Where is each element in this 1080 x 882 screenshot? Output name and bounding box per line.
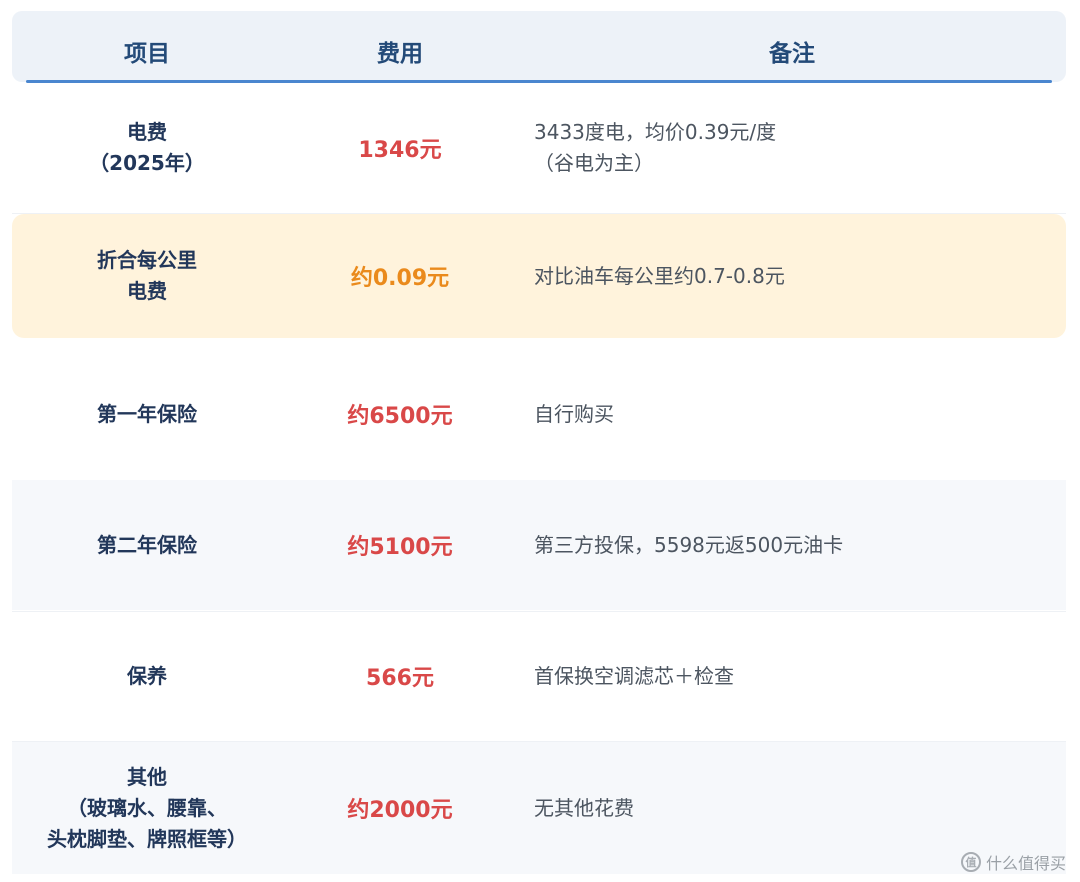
- row-note-line: 对比油车每公里约0.7-0.8元: [534, 263, 785, 288]
- table-header: 项目 费用 备注: [12, 11, 1066, 83]
- table-row: 第一年保险 约6500元 自行购买: [12, 350, 1066, 478]
- header-underline: [26, 80, 1052, 83]
- row-item: 保养: [12, 612, 282, 740]
- row-note-line: 无其他花费: [534, 795, 634, 820]
- cost-table: 项目 费用 备注 电费 （2025年） 1346元 3433度电，均价0.39元/度 （…: [12, 11, 1066, 874]
- row-divider: [12, 611, 1066, 612]
- table-row: 第二年保险 约5100元 第三方投保，5598元返500元油卡: [12, 480, 1066, 610]
- row-cost: 约5100元: [347, 535, 453, 560]
- row-note-line: 自行购买: [534, 401, 614, 426]
- row-item-line: 第二年保险: [97, 532, 197, 557]
- row-cost: 1346元: [358, 138, 442, 163]
- row-note: 对比油车每公里约0.7-0.8元: [534, 214, 1056, 338]
- row-item-line: 保养: [127, 663, 167, 688]
- row-divider: [12, 741, 1066, 742]
- table-row: 其他 （玻璃水、腰靠、 头枕脚垫、牌照框等） 约2000元 无其他花费: [12, 742, 1066, 874]
- row-item: 第二年保险: [12, 480, 282, 610]
- watermark-text: 什么值得买: [985, 854, 1066, 873]
- row-item: 第一年保险: [12, 350, 282, 478]
- row-item-line: 折合每公里: [97, 248, 197, 272]
- header-item: 项目: [124, 41, 170, 67]
- row-note: 第三方投保，5598元返500元油卡: [534, 480, 1056, 610]
- row-item: 折合每公里 电费: [12, 214, 282, 338]
- row-cost: 约0.09元: [350, 266, 450, 291]
- row-note-line: （谷电为主）: [534, 151, 654, 175]
- row-item-line: 电费: [127, 120, 167, 144]
- row-cost: 约6500元: [347, 404, 453, 429]
- row-item: 其他 （玻璃水、腰靠、 头枕脚垫、牌照框等）: [12, 742, 282, 874]
- row-item-line: 电费: [127, 279, 167, 303]
- zhi-logo-icon: 值: [960, 852, 981, 872]
- row-item-line: （玻璃水、腰靠、: [67, 795, 227, 820]
- row-cost: 566元: [366, 666, 434, 691]
- row-item-line: （2025年）: [89, 151, 205, 175]
- row-note: 首保换空调滤芯＋检查: [534, 612, 1056, 740]
- table-row: 保养 566元 首保换空调滤芯＋检查: [12, 612, 1066, 740]
- row-cost: 约2000元: [347, 798, 453, 823]
- watermark: 值 什么值得买: [960, 850, 1066, 874]
- header-note: 备注: [769, 41, 815, 67]
- row-note: 自行购买: [534, 350, 1056, 478]
- table-row: 折合每公里电费 约0.09元 对比油车每公里约0.7-0.8元: [12, 214, 1066, 338]
- row-item-line: 第一年保险: [97, 401, 197, 426]
- row-divider: [12, 213, 1066, 214]
- row-note: 3433度电，均价0.39元/度 （谷电为主）: [534, 84, 1056, 212]
- row-note-line: 首保换空调滤芯＋检查: [534, 663, 734, 688]
- row-note-line: 第三方投保，5598元返500元油卡: [534, 532, 844, 557]
- row-note-line: 3433度电，均价0.39元/度: [534, 120, 777, 144]
- header-cost: 费用: [377, 41, 423, 67]
- row-item-line: 头枕脚垫、牌照框等）: [47, 826, 247, 851]
- table-row: 电费 （2025年） 1346元 3433度电，均价0.39元/度 （谷电为主）: [12, 84, 1066, 212]
- row-item: 电费 （2025年）: [12, 84, 282, 212]
- row-item-line: 其他: [127, 764, 167, 789]
